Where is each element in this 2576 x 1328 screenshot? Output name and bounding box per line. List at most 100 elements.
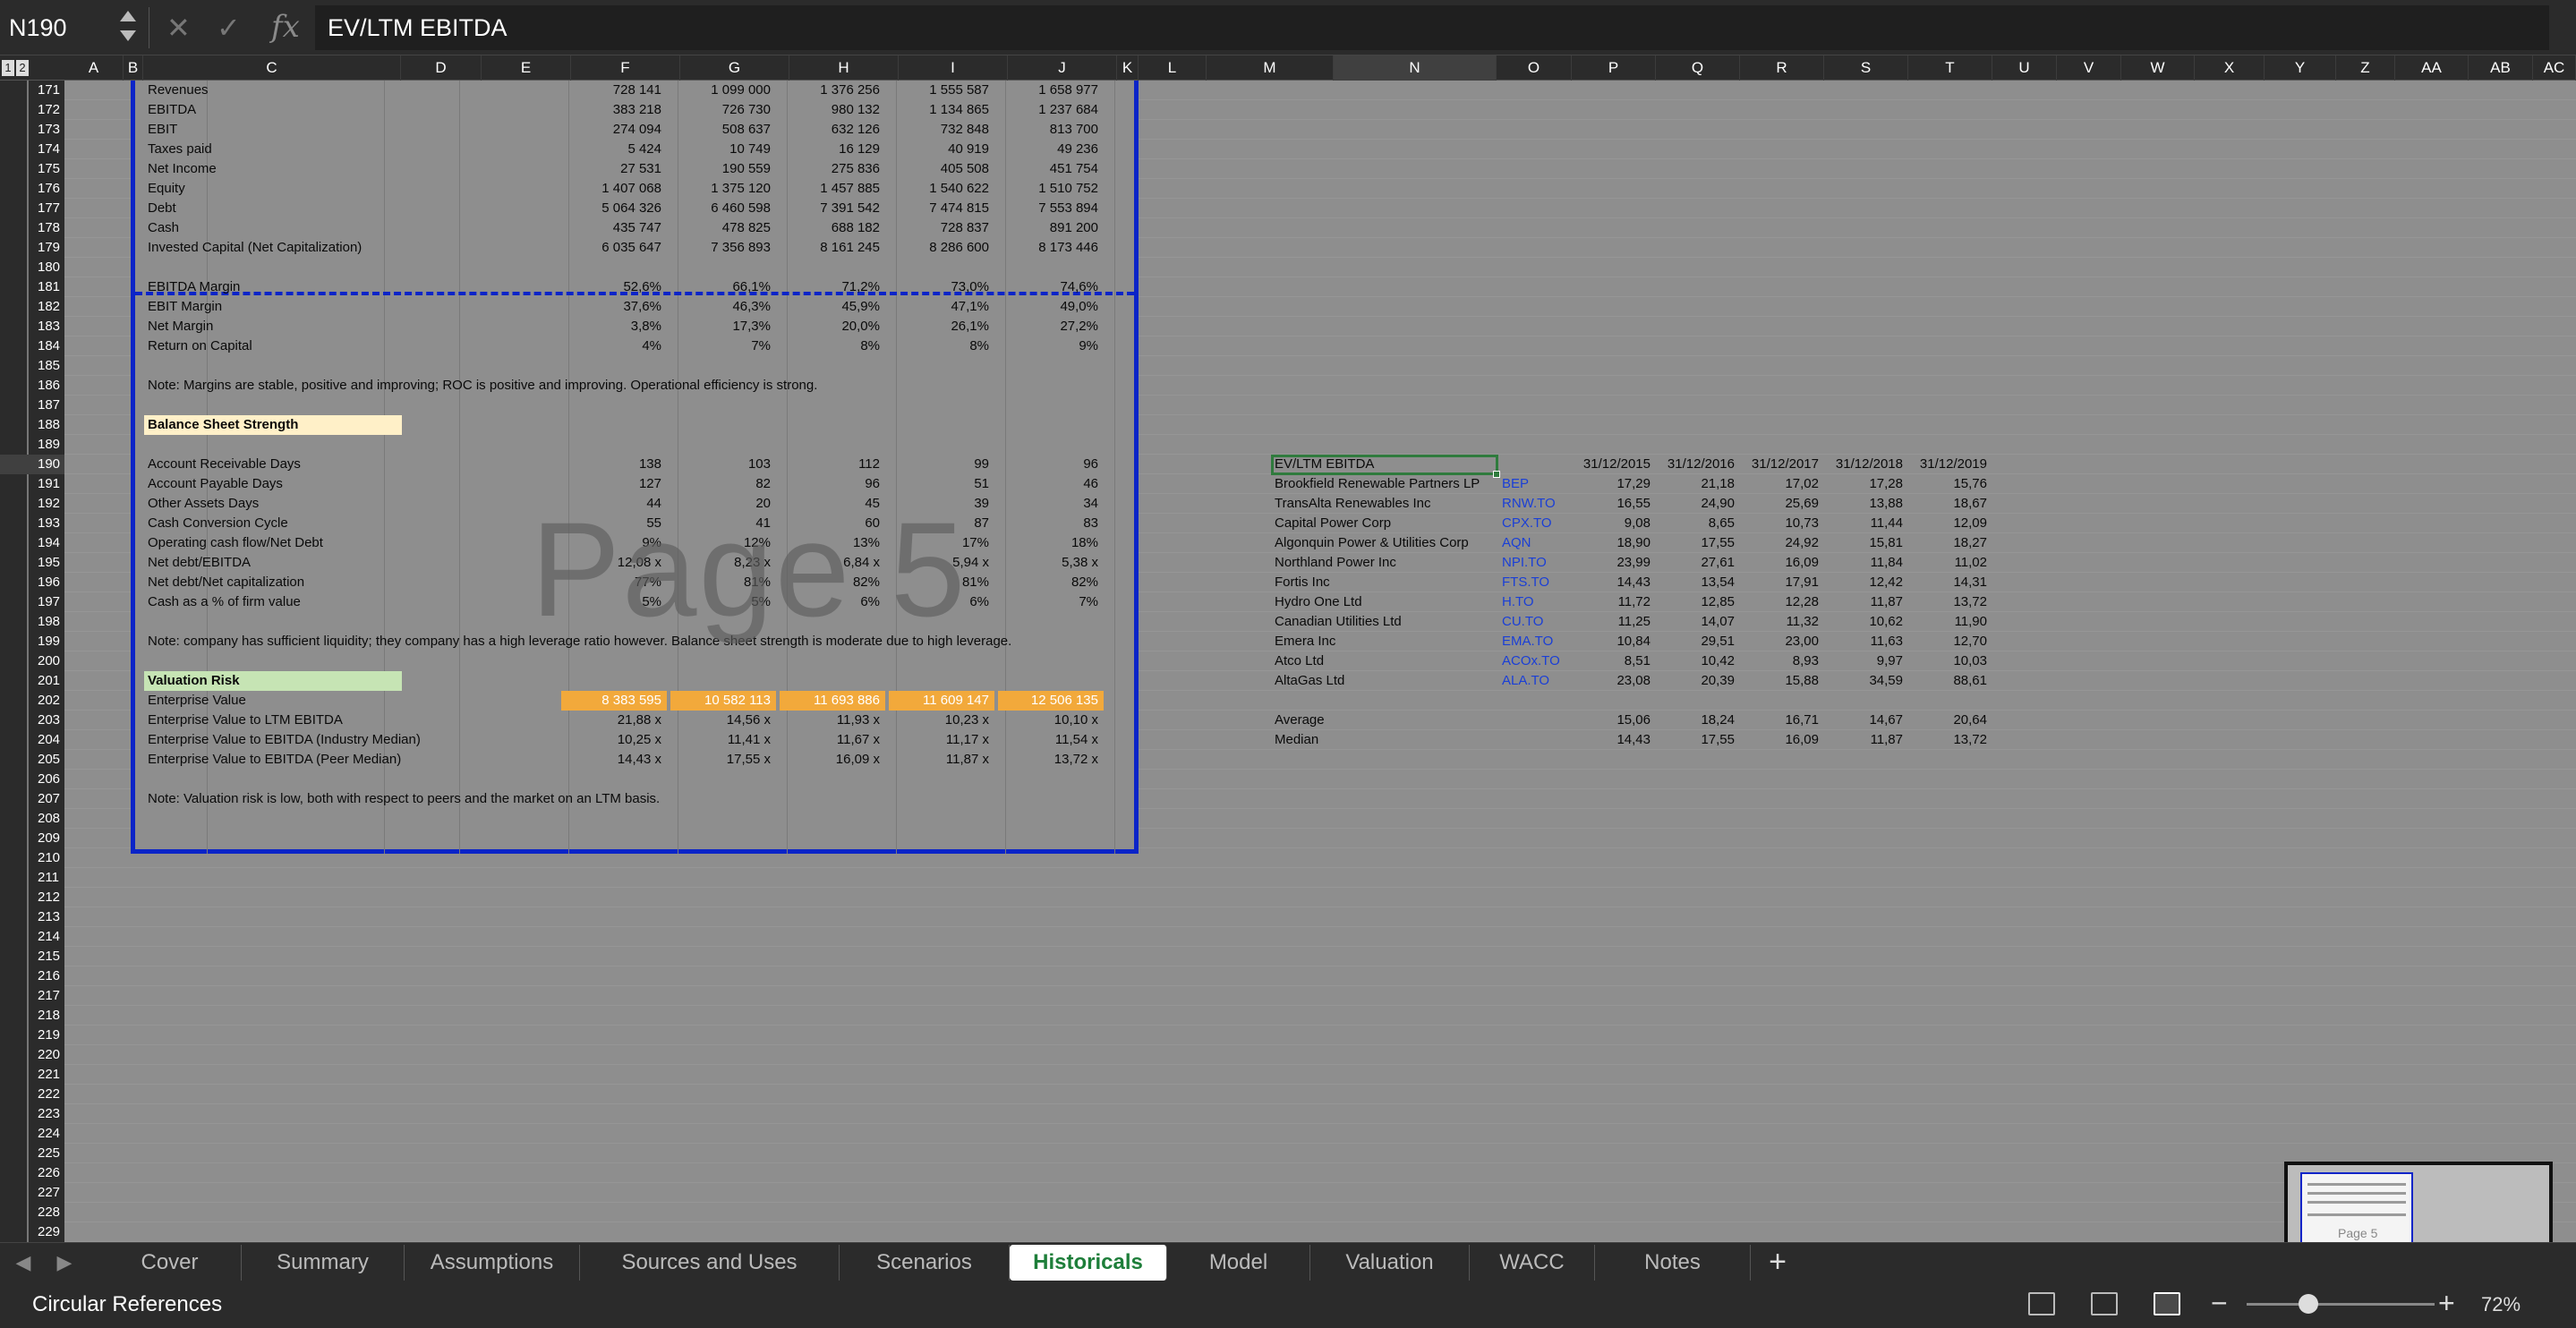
value-cell[interactable]: 1 658 977 <box>998 81 1104 100</box>
column-header-ac[interactable]: AC <box>2533 55 2576 81</box>
value-cell[interactable]: 9% <box>998 336 1104 356</box>
value-cell[interactable]: 49,0% <box>998 297 1104 317</box>
peer-value[interactable]: 8,93 <box>1747 651 1819 671</box>
row-header-185[interactable]: 185 <box>0 356 64 376</box>
value-cell[interactable]: 82 <box>670 474 776 494</box>
value-cell[interactable]: 11 609 147 <box>889 691 994 711</box>
column-header-a[interactable]: A <box>64 55 124 81</box>
row-header-222[interactable]: 222 <box>0 1085 64 1104</box>
peer-value[interactable]: 17,29 <box>1579 474 1651 494</box>
value-cell[interactable]: 11,93 x <box>780 711 885 730</box>
value-cell[interactable]: 1 555 587 <box>889 81 994 100</box>
normal-view-icon[interactable] <box>2028 1292 2055 1315</box>
tab-historicals[interactable]: Historicals <box>1010 1245 1167 1281</box>
row-header-200[interactable]: 200 <box>0 651 64 671</box>
row-header-193[interactable]: 193 <box>0 514 64 533</box>
value-cell[interactable]: 275 836 <box>780 159 885 179</box>
function-icon[interactable]: fx <box>271 9 300 45</box>
value-cell[interactable]: 728 141 <box>561 81 667 100</box>
row-header-199[interactable]: 199 <box>0 632 64 651</box>
peer-value[interactable]: 10,62 <box>1831 612 1903 632</box>
summary-value[interactable]: 17,55 <box>1663 730 1735 750</box>
value-cell[interactable]: 83 <box>998 514 1104 533</box>
value-cell[interactable]: 190 559 <box>670 159 776 179</box>
row-header-175[interactable]: 175 <box>0 159 64 179</box>
value-cell[interactable]: 274 094 <box>561 120 667 140</box>
row-header-177[interactable]: 177 <box>0 199 64 218</box>
peer-value[interactable]: 9,08 <box>1579 514 1651 533</box>
value-cell[interactable]: 8 173 446 <box>998 238 1104 258</box>
row-header-180[interactable]: 180 <box>0 258 64 277</box>
zoom-out-button[interactable]: − <box>2211 1287 2228 1319</box>
value-cell[interactable]: 16,09 x <box>780 750 885 770</box>
summary-value[interactable]: 16,09 <box>1747 730 1819 750</box>
value-cell[interactable]: 26,1% <box>889 317 994 336</box>
peer-ticker[interactable]: BEP <box>1502 474 1529 494</box>
summary-value[interactable]: 20,64 <box>1915 711 1987 730</box>
peer-value[interactable]: 24,92 <box>1747 533 1819 553</box>
row-header-176[interactable]: 176 <box>0 179 64 199</box>
value-cell[interactable]: 11,17 x <box>889 730 994 750</box>
zoom-slider-handle[interactable] <box>2299 1294 2318 1314</box>
peer-value[interactable]: 11,63 <box>1831 632 1903 651</box>
peer-value[interactable]: 16,55 <box>1579 494 1651 514</box>
tab-sources-and-uses[interactable]: Sources and Uses <box>580 1245 840 1281</box>
peer-ticker[interactable]: CU.TO <box>1502 612 1543 632</box>
peer-value[interactable]: 10,42 <box>1663 651 1735 671</box>
peer-value[interactable]: 11,44 <box>1831 514 1903 533</box>
zoom-in-button[interactable]: + <box>2438 1287 2455 1319</box>
add-sheet-button[interactable]: + <box>1756 1247 1799 1277</box>
value-cell[interactable]: 5 424 <box>561 140 667 159</box>
value-cell[interactable]: 1 540 622 <box>889 179 994 199</box>
peer-value[interactable]: 11,32 <box>1747 612 1819 632</box>
column-header-c[interactable]: C <box>143 55 401 81</box>
value-cell[interactable]: 980 132 <box>780 100 885 120</box>
row-header-174[interactable]: 174 <box>0 140 64 159</box>
row-header-182[interactable]: 182 <box>0 297 64 317</box>
value-cell[interactable]: 435 747 <box>561 218 667 238</box>
peer-value[interactable]: 17,55 <box>1663 533 1735 553</box>
summary-value[interactable]: 14,67 <box>1831 711 1903 730</box>
peer-value[interactable]: 17,28 <box>1831 474 1903 494</box>
value-cell[interactable]: 508 637 <box>670 120 776 140</box>
row-header-188[interactable]: 188 <box>0 415 64 435</box>
row-header-191[interactable]: 191 <box>0 474 64 494</box>
value-cell[interactable]: 11,41 x <box>670 730 776 750</box>
tab-model[interactable]: Model <box>1167 1245 1310 1281</box>
row-header-190[interactable]: 190 <box>0 455 64 474</box>
value-cell[interactable]: 17,55 x <box>670 750 776 770</box>
value-cell[interactable]: 1 510 752 <box>998 179 1104 199</box>
row-header-223[interactable]: 223 <box>0 1104 64 1124</box>
value-cell[interactable]: 13,72 x <box>998 750 1104 770</box>
summary-value[interactable]: 11,87 <box>1831 730 1903 750</box>
peer-ticker[interactable]: ACOx.TO <box>1502 651 1560 671</box>
page-layout-view-icon[interactable] <box>2091 1292 2118 1315</box>
row-header-187[interactable]: 187 <box>0 396 64 415</box>
summary-value[interactable]: 16,71 <box>1747 711 1819 730</box>
outline-level-2-button[interactable]: 2 <box>16 60 29 76</box>
page-break-preview-icon[interactable] <box>2154 1292 2180 1315</box>
row-header-181[interactable]: 181 <box>0 277 64 297</box>
peer-value[interactable]: 15,88 <box>1747 671 1819 691</box>
peer-value[interactable]: 20,39 <box>1663 671 1735 691</box>
value-cell[interactable]: 10 582 113 <box>670 691 776 711</box>
peer-value[interactable]: 11,72 <box>1579 592 1651 612</box>
row-header-197[interactable]: 197 <box>0 592 64 612</box>
peer-value[interactable]: 16,09 <box>1747 553 1819 573</box>
value-cell[interactable]: 46,3% <box>670 297 776 317</box>
value-cell[interactable]: 10,10 x <box>998 711 1104 730</box>
column-header-ab[interactable]: AB <box>2469 55 2533 81</box>
value-cell[interactable]: 12 506 135 <box>998 691 1104 711</box>
peer-ticker[interactable]: ALA.TO <box>1502 671 1549 691</box>
column-header-t[interactable]: T <box>1908 55 1992 81</box>
value-cell[interactable]: 6 035 647 <box>561 238 667 258</box>
tab-valuation[interactable]: Valuation <box>1310 1245 1470 1281</box>
value-cell[interactable]: 37,6% <box>561 297 667 317</box>
value-cell[interactable]: 8 286 600 <box>889 238 994 258</box>
value-cell[interactable]: 127 <box>561 474 667 494</box>
row-header-221[interactable]: 221 <box>0 1065 64 1085</box>
row-header-217[interactable]: 217 <box>0 986 64 1006</box>
peer-ticker[interactable]: RNW.TO <box>1502 494 1556 514</box>
column-header-d[interactable]: D <box>401 55 482 81</box>
summary-value[interactable]: 14,43 <box>1579 730 1651 750</box>
